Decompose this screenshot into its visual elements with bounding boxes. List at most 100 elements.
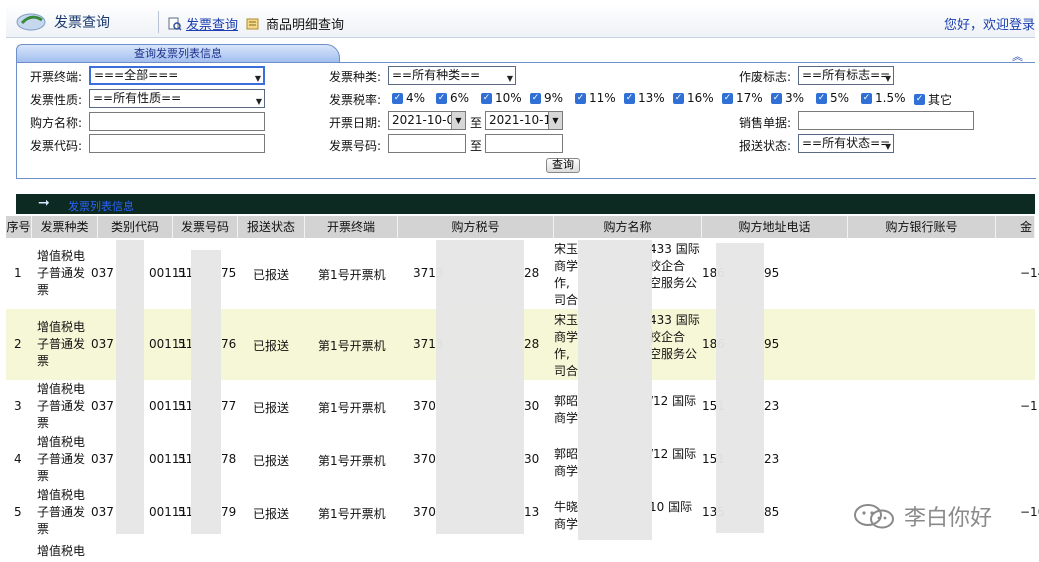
- tax-rate-option[interactable]: ✓ 1.5%: [861, 91, 906, 105]
- terminal-select[interactable]: ===全部=== ▼: [89, 66, 265, 85]
- chevron-down-icon: ▼: [884, 142, 891, 151]
- checkbox-checked-icon: ✓: [861, 92, 872, 104]
- buyer-name-cell: /12 国际: [649, 447, 697, 461]
- tax-rate-option[interactable]: ✓ 16%: [673, 91, 714, 105]
- category-code-cell: 037: [91, 452, 114, 466]
- invoice-number-cell: 78: [221, 452, 237, 466]
- col-header[interactable]: 购方名称: [554, 216, 702, 238]
- invoice-search-icon: [168, 17, 182, 31]
- tax-rate-option[interactable]: ✓ 5%: [816, 91, 849, 105]
- date-from-input[interactable]: 2021-10-0 ▼: [388, 111, 466, 130]
- redacted-area: [716, 243, 764, 533]
- buyer-tax-id-cell: 30: [524, 399, 540, 413]
- category-code-cell: 037: [91, 399, 114, 413]
- terminal-cell: 第1号开票机: [318, 454, 386, 468]
- tax-rate-option[interactable]: ✓ 11%: [575, 91, 616, 105]
- report-status-cell: 已报送: [253, 507, 290, 521]
- amount-cell: −14: [1020, 266, 1039, 280]
- row-index: 1: [14, 266, 22, 280]
- invoice-type-cell: 增值税电 子普通发票: [37, 320, 86, 368]
- nav-invoice-query-label[interactable]: 发票查询: [186, 14, 238, 33]
- collapse-icon[interactable]: ︽: [1012, 48, 1023, 64]
- amount-cell: −1: [1020, 399, 1038, 413]
- date-to-input[interactable]: 2021-10-1 ▼: [485, 111, 563, 130]
- buyer-name-cell: 牛晓 商学: [554, 500, 579, 531]
- terminal-cell: 第1号开票机: [318, 339, 386, 353]
- checkbox-checked-icon: ✓: [481, 92, 492, 104]
- invoice-number-cell: 75: [221, 266, 237, 280]
- report-status-cell: 已报送: [253, 339, 290, 353]
- col-header[interactable]: 购方地址电话: [702, 216, 848, 238]
- number-from-input[interactable]: [388, 134, 466, 153]
- redacted-area: [191, 250, 221, 534]
- col-header[interactable]: 开票终端: [305, 216, 398, 238]
- amount-cell: −10: [1020, 505, 1039, 519]
- void-flag-select[interactable]: ==所有标志== ▼: [798, 66, 894, 85]
- invoice-type-cell: 增值税电: [37, 544, 86, 558]
- number-to-input[interactable]: [485, 134, 563, 153]
- col-header[interactable]: 序号: [6, 216, 32, 238]
- redacted-area: [116, 240, 144, 534]
- invoice-number-label: 发票号码:: [329, 139, 382, 153]
- buyer-address-cell: 95: [764, 337, 780, 351]
- checkbox-checked-icon: ✓: [722, 92, 733, 104]
- redacted-area: [578, 240, 652, 540]
- col-header[interactable]: 发票号码: [173, 216, 238, 238]
- buyer-name-cell: 10 国际: [649, 500, 693, 514]
- nav-goods-detail-label[interactable]: 商品明细查询: [266, 14, 344, 33]
- nav-goods-detail[interactable]: 商品明细查询: [246, 14, 344, 33]
- table-row[interactable]: 增值税电: [6, 539, 1035, 562]
- col-header[interactable]: 购方税号: [398, 216, 554, 238]
- buyer-name-label: 购方名称:: [30, 116, 83, 130]
- col-header[interactable]: 发票种类: [32, 216, 98, 238]
- invoice-number-cell: 77: [221, 399, 237, 413]
- buyer-name-cell: 宋玉 商学 作, 司合: [554, 242, 579, 307]
- invoice-type-select[interactable]: ==所有种类== ▼: [388, 66, 516, 85]
- list-title-bar: ➞ 发票列表信息: [16, 194, 1035, 214]
- checkbox-checked-icon: ✓: [575, 92, 586, 104]
- chevron-down-icon: ▼: [884, 74, 891, 83]
- col-header[interactable]: 报送状态: [238, 216, 305, 238]
- chevron-down-icon: ▼: [255, 97, 262, 106]
- buyer-tax-id-cell: 30: [524, 452, 540, 466]
- buyer-address-cell: 95: [764, 266, 780, 280]
- list-title: 发票列表信息: [68, 200, 134, 213]
- app-logo-icon: [16, 13, 46, 31]
- tax-rate-option[interactable]: ✓ 4%: [392, 91, 425, 105]
- nav-invoice-query[interactable]: 发票查询: [168, 14, 238, 33]
- buyer-address-cell: 85: [764, 505, 780, 519]
- chevron-down-icon: ▼: [506, 74, 513, 83]
- invoice-type-cell: 增值税电 子普通发票: [37, 435, 86, 483]
- calendar-dropdown-icon[interactable]: ▼: [548, 112, 562, 129]
- buyer-tax-id-cell: 370: [413, 505, 436, 519]
- report-status-label: 报送状态:: [739, 139, 792, 153]
- checkbox-checked-icon: ✓: [392, 92, 403, 104]
- col-header[interactable]: 类别代码: [98, 216, 173, 238]
- sales-doc-label: 销售单据:: [739, 116, 792, 130]
- buyer-tax-id-cell: 13: [524, 505, 540, 519]
- report-status-cell: 已报送: [253, 268, 290, 282]
- col-header[interactable]: 金: [996, 216, 1035, 238]
- buyer-name-cell: 宋玉 商学 作, 司合: [554, 313, 579, 378]
- invoice-type-cell: 增值税电 子普通发票: [37, 249, 86, 297]
- invoice-nature-select[interactable]: ==所有性质== ▼: [89, 89, 265, 108]
- buyer-name-input[interactable]: [89, 112, 265, 131]
- query-button[interactable]: 查询: [546, 158, 580, 173]
- top-bar: 发票查询 发票查询 商品明细查询 您好，欢迎登录: [6, 4, 1035, 38]
- report-status-select[interactable]: ==所有状态== ▼: [798, 134, 894, 153]
- tax-rate-option[interactable]: ✓ 9%: [530, 91, 563, 105]
- invoice-code-input[interactable]: [89, 134, 265, 153]
- greeting-text: 您好，欢迎登录: [943, 18, 1035, 33]
- tax-rate-option[interactable]: ✓ 13%: [624, 91, 665, 105]
- calendar-dropdown-icon[interactable]: ▼: [451, 112, 465, 129]
- sales-doc-input[interactable]: [798, 111, 974, 130]
- tax-rate-option[interactable]: ✓ 17%: [722, 91, 763, 105]
- tax-rate-option[interactable]: ✓ 6%: [436, 91, 469, 105]
- tax-rate-option[interactable]: ✓ 3%: [771, 91, 804, 105]
- tax-rate-option[interactable]: ✓ 其它: [914, 91, 952, 108]
- row-index: 2: [14, 337, 22, 351]
- col-header[interactable]: 购方银行账号: [848, 216, 996, 238]
- tax-rate-option[interactable]: ✓ 10%: [481, 91, 522, 105]
- watermark-text: 李白你好: [904, 506, 993, 531]
- table-header: 序号 发票种类 类别代码 发票号码 报送状态 开票终端 购方税号 购方名称 购方…: [6, 216, 1035, 238]
